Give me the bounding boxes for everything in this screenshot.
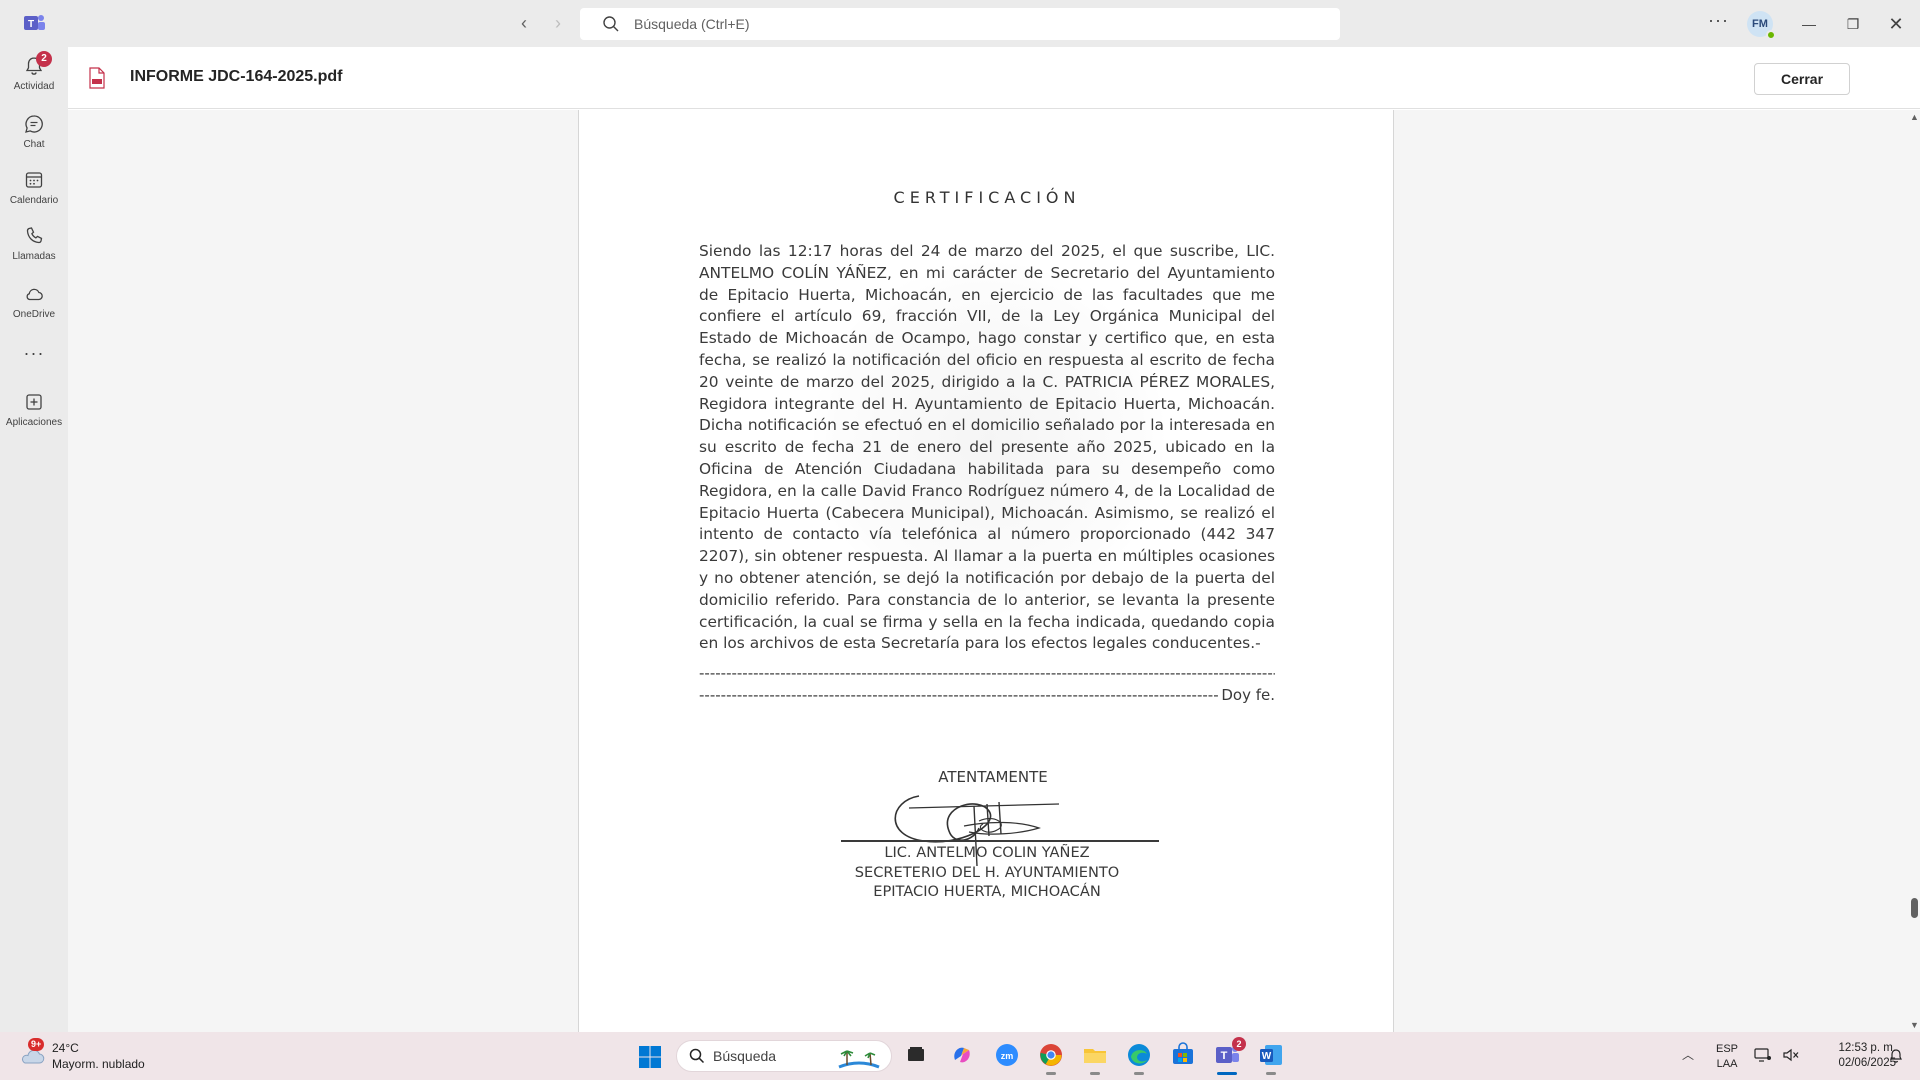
weather-cloud-icon: 9+ <box>18 1038 46 1070</box>
windows-start-icon[interactable] <box>638 1045 662 1069</box>
taskbar-zoom-icon[interactable]: zm <box>994 1042 1020 1068</box>
rail-label-onedrive: OneDrive <box>12 309 56 320</box>
avatar-initials: FM <box>1752 18 1768 30</box>
running-indicator <box>1134 1072 1144 1075</box>
svg-text:T: T <box>28 19 34 30</box>
close-window-button[interactable]: ✕ <box>1884 12 1908 36</box>
signer-role: SECRETERIO DEL H. AYUNTAMIENTO <box>854 864 1120 881</box>
svg-text:T: T <box>1221 1050 1228 1062</box>
rail-label-calendario: Calendario <box>9 195 59 206</box>
avatar[interactable]: FM <box>1747 11 1776 40</box>
taskbar-task-view-icon[interactable] <box>903 1042 929 1068</box>
app-rail: 2 Actividad Chat Calendario Llamadas One… <box>0 47 68 1032</box>
keyboard-layout: LAA <box>1716 1058 1738 1070</box>
presence-available-icon <box>1766 30 1776 40</box>
chat-icon <box>25 115 43 133</box>
running-indicator <box>1266 1072 1276 1075</box>
taskbar-copilot-icon[interactable] <box>949 1042 975 1068</box>
teams-logo-icon[interactable]: T <box>22 12 46 34</box>
file-header: INFORME JDC-164-2025.pdf Cerrar ··· <box>68 47 1920 109</box>
svg-text:zm: zm <box>1001 1051 1014 1061</box>
running-indicator <box>1090 1072 1100 1075</box>
dash-line-2: ----------------------------------------… <box>699 686 1219 704</box>
taskbar-chrome-icon[interactable] <box>1038 1042 1064 1075</box>
taskbar-store-icon[interactable] <box>1170 1042 1196 1068</box>
rail-label-aplicaciones: Aplicaciones <box>5 417 63 428</box>
pdf-page: CERTIFICACIÓN Siendo las 12:17 horas del… <box>578 110 1394 1032</box>
taskbar-teams-icon[interactable]: T 2 <box>1214 1037 1246 1075</box>
file-title: INFORME JDC-164-2025.pdf <box>130 68 343 85</box>
rail-label-chat: Chat <box>23 139 45 150</box>
clock[interactable]: 12:53 p. m. 02/06/2025 <box>1812 1041 1896 1071</box>
rail-item-onedrive[interactable]: OneDrive <box>0 283 68 320</box>
rail-item-actividad[interactable]: 2 Actividad <box>0 51 68 92</box>
weather-badge: 9+ <box>28 1038 45 1051</box>
closing-text: Doy fe. <box>1221 686 1275 704</box>
taskbar-search-label: Búsqueda <box>713 1048 777 1064</box>
activity-badge: 2 <box>36 51 52 67</box>
vertical-scrollbar[interactable]: ▲ ▼ <box>1908 110 1920 1032</box>
dash-line: ----------------------------------------… <box>699 664 1275 682</box>
phone-icon <box>26 227 43 244</box>
document-body: Siendo las 12:17 horas del 24 de marzo d… <box>699 242 1275 653</box>
rail-item-aplicaciones[interactable]: Aplicaciones <box>0 391 68 428</box>
taskbar-search[interactable]: Búsqueda <box>676 1040 892 1072</box>
document-heading: CERTIFICACIÓN <box>893 188 1081 207</box>
rail-item-llamadas[interactable]: Llamadas <box>0 225 68 262</box>
pdf-file-icon <box>89 67 105 89</box>
rail-item-calendario[interactable]: Calendario <box>0 169 68 206</box>
tray-icons <box>1754 1047 1800 1063</box>
rail-item-chat[interactable]: Chat <box>0 113 68 150</box>
close-file-button[interactable]: Cerrar <box>1754 63 1850 95</box>
volume-muted-icon[interactable] <box>1782 1047 1800 1063</box>
scroll-down-icon[interactable]: ▼ <box>1910 1020 1919 1030</box>
search-icon <box>603 16 619 32</box>
rail-item-more[interactable]: ··· <box>0 343 68 364</box>
closing-line: ----------------------------------------… <box>699 686 1275 704</box>
language-code: ESP <box>1716 1043 1739 1055</box>
cloud-icon <box>26 288 43 301</box>
clock-time: 12:53 p. m. <box>1838 1042 1896 1054</box>
more-icon: ··· <box>23 343 45 363</box>
scroll-up-icon[interactable]: ▲ <box>1910 112 1919 122</box>
taskbar-word-icon[interactable]: W <box>1258 1042 1284 1075</box>
search-highlight-icon <box>838 1050 880 1069</box>
minimize-button[interactable]: — <box>1797 12 1821 36</box>
active-indicator <box>1217 1072 1237 1075</box>
taskbar-edge-icon[interactable] <box>1126 1042 1152 1075</box>
taskbar-file-explorer-icon[interactable] <box>1082 1042 1108 1075</box>
language-indicator[interactable]: ESP LAA <box>1716 1042 1738 1072</box>
forward-arrow-icon[interactable]: › <box>548 12 568 34</box>
weather-temp: 24°C <box>52 1041 79 1055</box>
signer-name: LIC. ANTELMO COLIN YAÑEZ <box>884 844 1090 861</box>
title-bar: T ‹ › Búsqueda (Ctrl+E) ··· FM — ❐ ✕ <box>0 0 1920 47</box>
search-placeholder: Búsqueda (Ctrl+E) <box>634 16 750 32</box>
rail-label-actividad: Actividad <box>13 81 55 92</box>
scrollbar-thumb[interactable] <box>1911 898 1918 918</box>
running-indicator <box>1046 1072 1056 1075</box>
calendar-icon <box>25 172 43 188</box>
svg-text:W: W <box>1262 1051 1272 1062</box>
weather-widget[interactable]: 9+ 24°C Mayorm. nublado <box>18 1038 145 1072</box>
weather-desc: Mayorm. nublado <box>52 1057 145 1071</box>
search-icon <box>689 1048 705 1064</box>
notification-bell-icon[interactable] <box>1888 1048 1904 1064</box>
add-apps-icon <box>26 394 42 410</box>
signer-place: EPITACIO HUERTA, MICHOACÁN <box>873 883 1101 900</box>
restore-button[interactable]: ❐ <box>1841 12 1865 36</box>
rail-label-llamadas: Llamadas <box>12 251 56 262</box>
network-icon[interactable] <box>1754 1047 1772 1063</box>
tray-overflow-icon[interactable]: ︿ <box>1682 1046 1694 1063</box>
pdf-viewer[interactable]: CERTIFICACIÓN Siendo las 12:17 horas del… <box>68 110 1910 1032</box>
clock-date: 02/06/2025 <box>1838 1057 1896 1069</box>
back-arrow-icon[interactable]: ‹ <box>514 12 534 34</box>
search-bar[interactable]: Búsqueda (Ctrl+E) <box>580 8 1340 40</box>
more-options-icon[interactable]: ··· <box>1708 10 1729 31</box>
signature-line <box>841 840 1159 842</box>
windows-taskbar: 9+ 24°C Mayorm. nublado Búsqueda zm T 2 … <box>0 1032 1920 1080</box>
teams-badge: 2 <box>1232 1037 1246 1051</box>
